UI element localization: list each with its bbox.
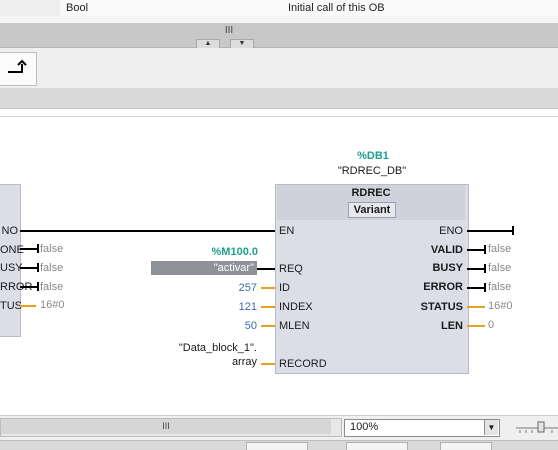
previous-block[interactable] xyxy=(0,184,21,337)
pin-valid: VALID xyxy=(430,244,463,256)
valid-value: false xyxy=(488,243,512,255)
status-value: 16#0 xyxy=(488,300,513,312)
prev-pin-error: RROR xyxy=(0,281,33,293)
zoom-slider-icon xyxy=(516,421,558,433)
prev-done-value: false xyxy=(40,243,64,255)
prev-status-wire xyxy=(20,305,36,307)
id-wire xyxy=(261,287,275,289)
valid-wire xyxy=(467,249,485,251)
prev-busy-value: false xyxy=(40,262,64,274)
req-address[interactable]: %M100.0 xyxy=(180,246,258,258)
prev-busy-wire xyxy=(20,267,38,269)
mlen-wire xyxy=(261,325,275,327)
pin-en: EN xyxy=(279,225,295,237)
pin-status: STATUS xyxy=(420,301,463,313)
prev-pin-done: ONE xyxy=(0,244,24,256)
pin-mlen: MLEN xyxy=(279,320,310,332)
prev-pin-status: TUS xyxy=(0,300,22,312)
dropdown-arrow-icon[interactable]: ▼ xyxy=(484,420,498,435)
len-wire xyxy=(467,325,485,327)
table-cell-default[interactable] xyxy=(182,0,285,16)
pin-index: INDEX xyxy=(279,301,313,313)
instance-db-address[interactable]: %DB1 xyxy=(342,150,404,162)
ladder-toolbar xyxy=(0,48,558,88)
record-symbol-line1[interactable]: "Data_block_1". xyxy=(150,342,257,355)
pin-id: ID xyxy=(279,282,290,294)
table-cell-name[interactable] xyxy=(0,0,61,16)
prev-error-wire xyxy=(20,286,38,288)
scrollbar-thumb[interactable]: III xyxy=(1,419,331,434)
pin-record: RECORD xyxy=(279,358,327,370)
error-value: false xyxy=(488,281,512,293)
close-branch-button[interactable] xyxy=(0,52,37,86)
splitter-grip[interactable]: III xyxy=(222,26,236,36)
record-wire xyxy=(261,363,275,365)
len-value: 0 xyxy=(488,319,495,331)
busy-wire xyxy=(467,268,485,270)
horizontal-scrollbar[interactable]: III xyxy=(0,418,342,437)
index-value[interactable]: 121 xyxy=(200,301,257,314)
prev-status-value: 16#0 xyxy=(40,299,65,311)
pin-error: ERROR xyxy=(423,281,463,293)
record-symbol-line2[interactable]: array xyxy=(150,356,257,369)
eno-wire xyxy=(467,230,513,232)
zoom-value[interactable]: 100% xyxy=(350,421,378,433)
req-wire xyxy=(257,268,275,270)
table-cell-datatype[interactable]: Bool xyxy=(60,0,183,16)
en-power-wire xyxy=(20,230,276,232)
mlen-value[interactable]: 50 xyxy=(200,320,257,333)
id-value[interactable]: 257 xyxy=(200,282,257,295)
pane-splitter[interactable]: III ▲ ▼ xyxy=(0,23,558,49)
index-wire xyxy=(261,306,275,308)
pin-busy: BUSY xyxy=(432,262,463,274)
table-cell-comment[interactable]: Initial call of this OB xyxy=(282,0,558,16)
block-type-selector[interactable]: Variant xyxy=(348,202,396,218)
network-header-bar xyxy=(0,88,558,109)
branch-close-icon xyxy=(8,59,27,73)
variable-table-row: Bool Initial call of this OB xyxy=(0,0,558,24)
pin-len: LEN xyxy=(441,320,463,332)
prev-error-value: false xyxy=(40,281,64,293)
zoom-slider[interactable] xyxy=(514,419,558,435)
instance-db-name[interactable]: "RDREC_DB" xyxy=(325,165,419,177)
network-separator xyxy=(0,116,558,117)
status-wire xyxy=(467,306,485,308)
prev-pin-eno: NO xyxy=(1,225,19,237)
valid-stub xyxy=(484,245,486,254)
error-stub xyxy=(484,283,486,292)
busy-stub xyxy=(484,264,486,273)
busy-value: false xyxy=(488,262,512,274)
block-title: RDREC xyxy=(351,187,391,199)
prev-done-wire xyxy=(20,248,38,250)
eno-stub xyxy=(512,226,514,235)
error-wire xyxy=(467,287,485,289)
req-symbol[interactable]: "activar" xyxy=(151,262,254,274)
pin-eno: ENO xyxy=(439,225,463,237)
pin-req: REQ xyxy=(279,263,303,275)
prev-pin-busy: USY xyxy=(0,262,23,274)
